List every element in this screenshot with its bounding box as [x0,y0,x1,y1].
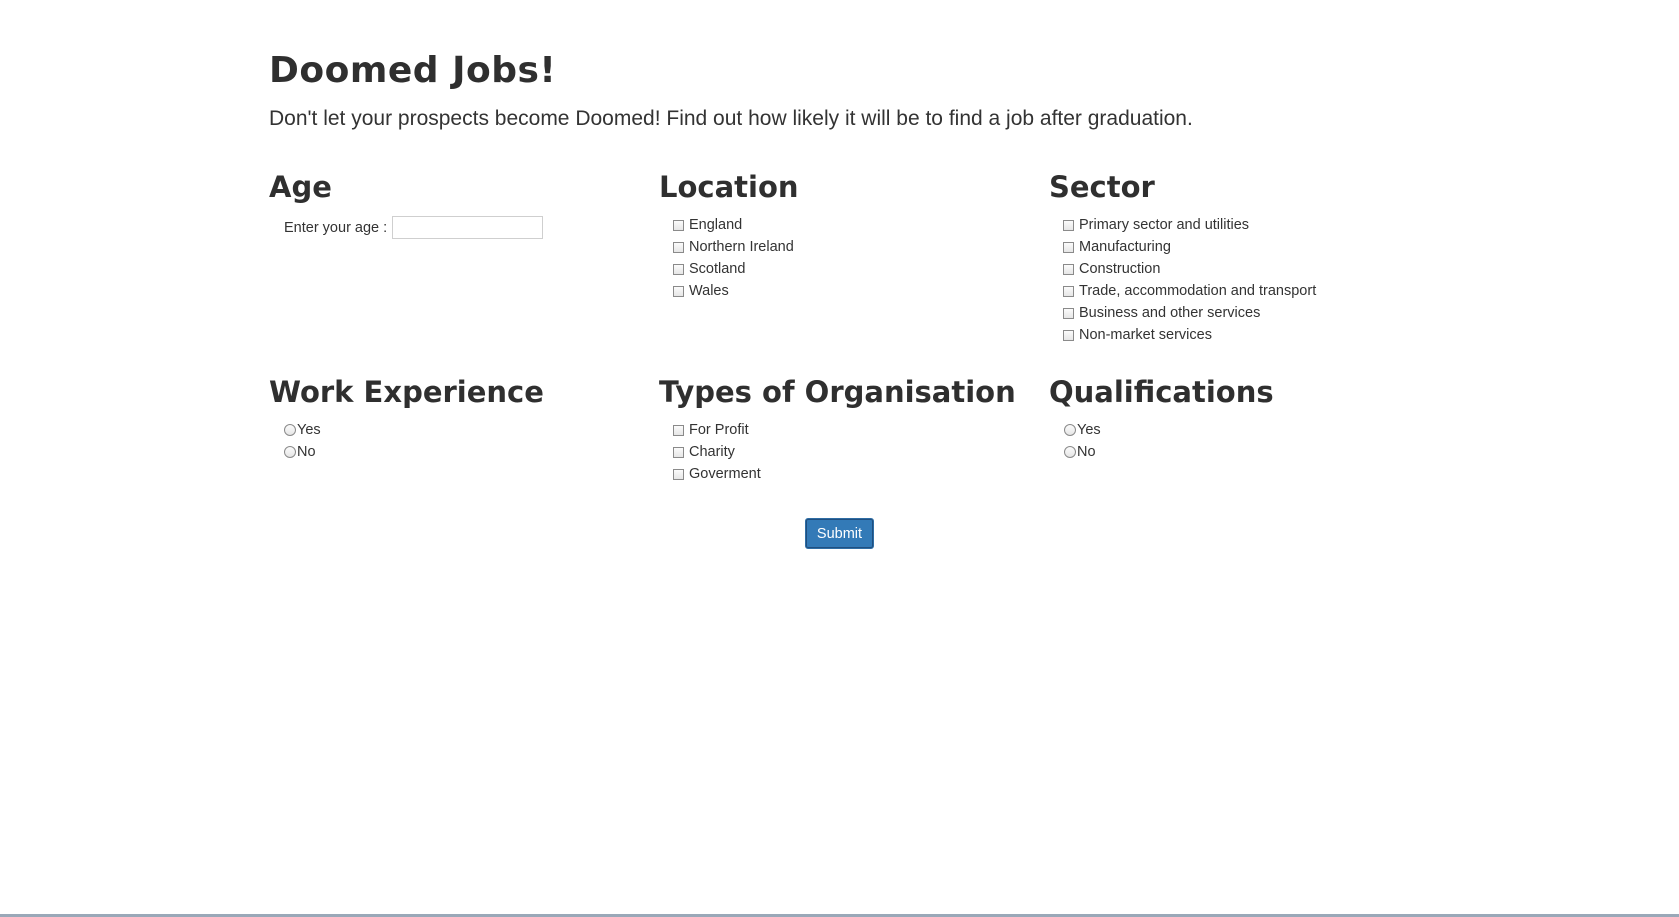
checkbox[interactable] [673,446,684,458]
work-experience-section: Work Experience Yes No [269,375,544,460]
option-label: England [689,217,743,233]
option-label: Primary sector and utilities [1079,217,1250,233]
work-experience-options: Yes No [284,419,321,463]
location-option-northern-ireland[interactable]: Northern Ireland [673,236,794,258]
option-label: No [297,444,316,460]
age-section: Age Enter your age : [269,170,544,239]
option-label: For Profit [689,422,749,438]
sector-options: Primary sector and utilities Manufacturi… [1063,214,1316,346]
age-heading: Age [269,170,332,204]
checkbox[interactable] [1063,329,1074,341]
organisation-options: For Profit Charity Goverment [673,419,761,485]
location-option-scotland[interactable]: Scotland [673,258,794,280]
option-label: Scotland [689,261,746,277]
option-label: Charity [689,444,735,460]
option-label: Goverment [689,466,761,482]
sector-option-construction[interactable]: Construction [1063,258,1316,280]
checkbox[interactable] [1063,219,1074,231]
option-label: Business and other services [1079,305,1261,321]
sector-option-trade[interactable]: Trade, accommodation and transport [1063,280,1316,302]
checkbox[interactable] [673,424,684,436]
sector-section: Sector Primary sector and utilities Manu… [1049,170,1316,343]
sector-option-manufacturing[interactable]: Manufacturing [1063,236,1316,258]
qualifications-options: Yes No [1064,419,1101,463]
work-experience-option-yes[interactable]: Yes [284,419,321,441]
checkbox[interactable] [1063,263,1074,275]
checkbox[interactable] [673,285,684,297]
organisation-option-charity[interactable]: Charity [673,441,761,463]
option-label: No [1077,444,1096,460]
option-label: Wales [689,283,729,299]
sector-option-business[interactable]: Business and other services [1063,302,1316,324]
option-label: Yes [297,422,321,438]
qualifications-option-yes[interactable]: Yes [1064,419,1101,441]
location-heading: Location [659,170,799,204]
work-experience-option-no[interactable]: No [284,441,321,463]
qualifications-section: Qualifications Yes No [1049,375,1274,460]
option-label: Yes [1077,422,1101,438]
location-options: England Northern Ireland Scotland Wales [673,214,794,302]
radio-button[interactable] [284,424,296,436]
radio-button[interactable] [1064,446,1076,458]
checkbox[interactable] [673,219,684,231]
option-label: Construction [1079,261,1161,277]
age-label: Enter your age : [284,219,388,236]
sector-option-non-market[interactable]: Non-market services [1063,324,1316,346]
submit-button[interactable]: Submit [805,518,874,549]
organisation-option-government[interactable]: Goverment [673,463,761,485]
checkbox[interactable] [1063,285,1074,297]
radio-button[interactable] [284,446,296,458]
option-label: Trade, accommodation and transport [1079,283,1317,299]
location-option-england[interactable]: England [673,214,794,236]
page-title: Doomed Jobs! [269,50,557,91]
organisation-heading: Types of Organisation [659,375,1016,409]
organisation-option-for-profit[interactable]: For Profit [673,419,761,441]
qualifications-option-no[interactable]: No [1064,441,1101,463]
radio-button[interactable] [1064,424,1076,436]
option-label: Manufacturing [1079,239,1171,255]
checkbox[interactable] [1063,241,1074,253]
location-section: Location England Northern Ireland Scotla… [659,170,799,299]
sector-heading: Sector [1049,170,1155,204]
checkbox[interactable] [673,263,684,275]
location-option-wales[interactable]: Wales [673,280,794,302]
checkbox[interactable] [673,241,684,253]
age-row: Enter your age : [284,216,544,239]
option-label: Non-market services [1079,327,1212,343]
age-input[interactable] [392,216,544,239]
option-label: Northern Ireland [689,239,794,255]
sector-option-primary[interactable]: Primary sector and utilities [1063,214,1316,236]
page-subtitle: Don't let your prospects become Doomed! … [269,107,1193,130]
checkbox[interactable] [673,468,684,480]
work-experience-heading: Work Experience [269,375,544,409]
checkbox[interactable] [1063,307,1074,319]
qualifications-heading: Qualifications [1049,375,1274,409]
organisation-section: Types of Organisation For Profit Charity… [659,375,1016,482]
